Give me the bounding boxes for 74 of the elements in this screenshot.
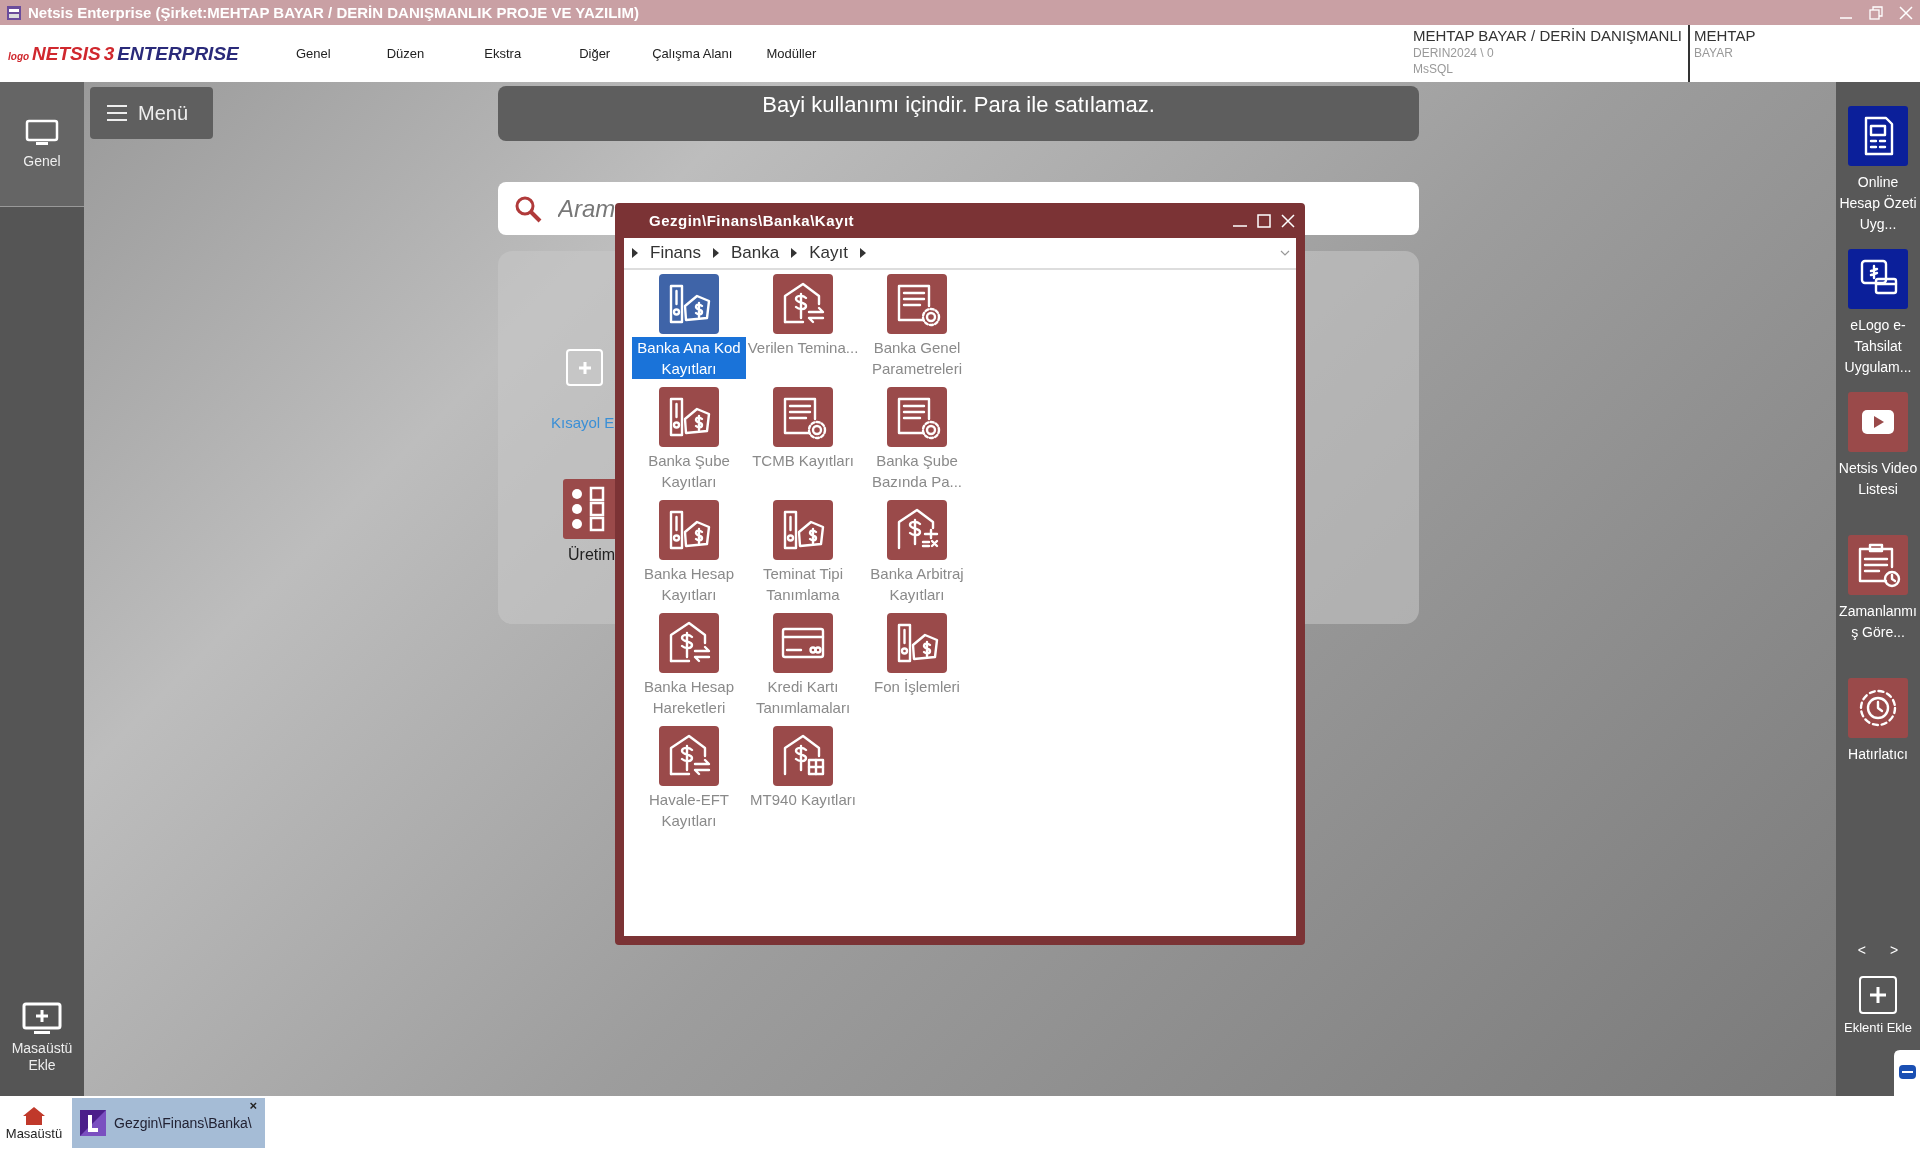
taskbar-tab[interactable]: Gezgin\Finans\Banka\ × [72, 1098, 265, 1148]
play-icon[interactable] [1848, 392, 1908, 452]
dropdown-icon[interactable] [1280, 249, 1290, 257]
notice-banner: Bayi kullanımı içindir. Para ile satılamaz. [498, 86, 1419, 141]
binder-dollar-icon[interactable] [887, 613, 947, 673]
breadcrumb-item[interactable]: Finans [650, 243, 702, 263]
monitor-plus-icon[interactable] [22, 1002, 62, 1037]
house-dollar-arrows-icon[interactable] [659, 613, 719, 673]
company-name: MEHTAP BAYAR / DERİN DANIŞMANLI [1413, 27, 1683, 44]
menu-item[interactable]: Düzen [386, 46, 425, 61]
previous-button[interactable]: < [1857, 942, 1866, 958]
user-first-name: MEHTAP [1694, 27, 1757, 44]
app-label: Zamanlanmış Göre... [1838, 602, 1918, 642]
house-dollar-arrows-icon[interactable] [659, 726, 719, 786]
sidebar-item[interactable]: Genel [0, 82, 84, 207]
logo-version: 3 [103, 42, 115, 65]
database-name: DERIN2024 \ 0 [1413, 46, 1495, 60]
next-button[interactable]: > [1890, 942, 1899, 958]
app-label: eLogo e-Tahsilat Uygulam... [1843, 316, 1913, 377]
breadcrumb-item[interactable]: Kayıt [809, 243, 848, 263]
credit-card-icon[interactable] [773, 613, 833, 673]
document-gear-icon[interactable] [773, 387, 833, 447]
app-label: Netsis Video Listesi [1837, 459, 1919, 499]
payment-card-icon[interactable] [1848, 249, 1908, 309]
gear-clock-icon[interactable] [1848, 678, 1908, 738]
add-plugin-label: Eklenti Ekle [1843, 1020, 1913, 1036]
app-label: Hatırlatıcı [1847, 745, 1909, 764]
house-dollar-arrows-icon[interactable] [773, 274, 833, 334]
app-label: Online Hesap Özeti Uyg... [1838, 173, 1918, 234]
menu-button[interactable]: Menü [90, 87, 213, 139]
document-icon[interactable] [1848, 106, 1908, 166]
close-icon[interactable] [1280, 212, 1296, 229]
user-last-name: BAYAR [1694, 46, 1734, 60]
logo-prefix: logo [8, 50, 30, 62]
binder-dollar-icon[interactable] [659, 274, 719, 334]
binder-dollar-icon[interactable] [659, 500, 719, 560]
caret-icon[interactable] [860, 248, 866, 258]
window-title: Netsis Enterprise (Şirket:MEHTAP BAYAR / DERİN DANIŞMANLIK PROJE VE YAZILIM) [28, 4, 640, 21]
sidebar-label: Genel [23, 152, 61, 170]
plus-icon [576, 359, 593, 376]
logo-edition: ENTERPRISE [117, 42, 239, 65]
menu-item[interactable]: Ekstra [484, 46, 522, 61]
menu-item[interactable]: Modüller [766, 46, 817, 61]
house-dollar-table-icon[interactable] [773, 726, 833, 786]
binder-dollar-icon[interactable] [773, 500, 833, 560]
module-label: Üretim [568, 546, 616, 564]
menu-item[interactable]: Çalışma Alanı [652, 46, 733, 61]
menu-item[interactable]: Genel [296, 46, 331, 61]
window-title: Gezgin\Finans\Banka\Kayıt [649, 212, 856, 229]
monitor-icon [25, 118, 59, 147]
item-label[interactable]: Banka Ana Kod Kayıtları [632, 337, 746, 379]
binder-dollar-icon[interactable] [659, 387, 719, 447]
house-dollar-math-icon[interactable] [887, 500, 947, 560]
document-gear-icon[interactable] [887, 387, 947, 447]
add-desktop-label: Masaüstü Ekle [11, 1040, 73, 1074]
maximize-icon[interactable] [1256, 212, 1272, 229]
caret-icon[interactable] [713, 248, 720, 258]
desktop-button[interactable]: Masaüstü [0, 1096, 68, 1150]
plus-icon[interactable] [1859, 976, 1897, 1014]
clipboard-clock-icon[interactable] [1848, 535, 1908, 595]
tab-label: Gezgin\Finans\Banka\ [114, 1115, 252, 1131]
app-icon [6, 4, 22, 21]
logo-name: NETSIS [32, 42, 101, 65]
breadcrumb-item[interactable]: Banka [731, 243, 780, 263]
server-type: MsSQL [1413, 62, 1454, 76]
document-gear-icon[interactable] [887, 274, 947, 334]
close-button[interactable]: × [249, 1098, 257, 1113]
caret-icon[interactable] [632, 248, 638, 258]
home-icon [22, 1105, 46, 1126]
search-icon [514, 194, 542, 223]
menu-icon [106, 104, 128, 122]
app-logo-icon [80, 1110, 106, 1136]
menu-item[interactable]: Diğer [579, 46, 611, 61]
caret-icon[interactable] [791, 248, 798, 258]
